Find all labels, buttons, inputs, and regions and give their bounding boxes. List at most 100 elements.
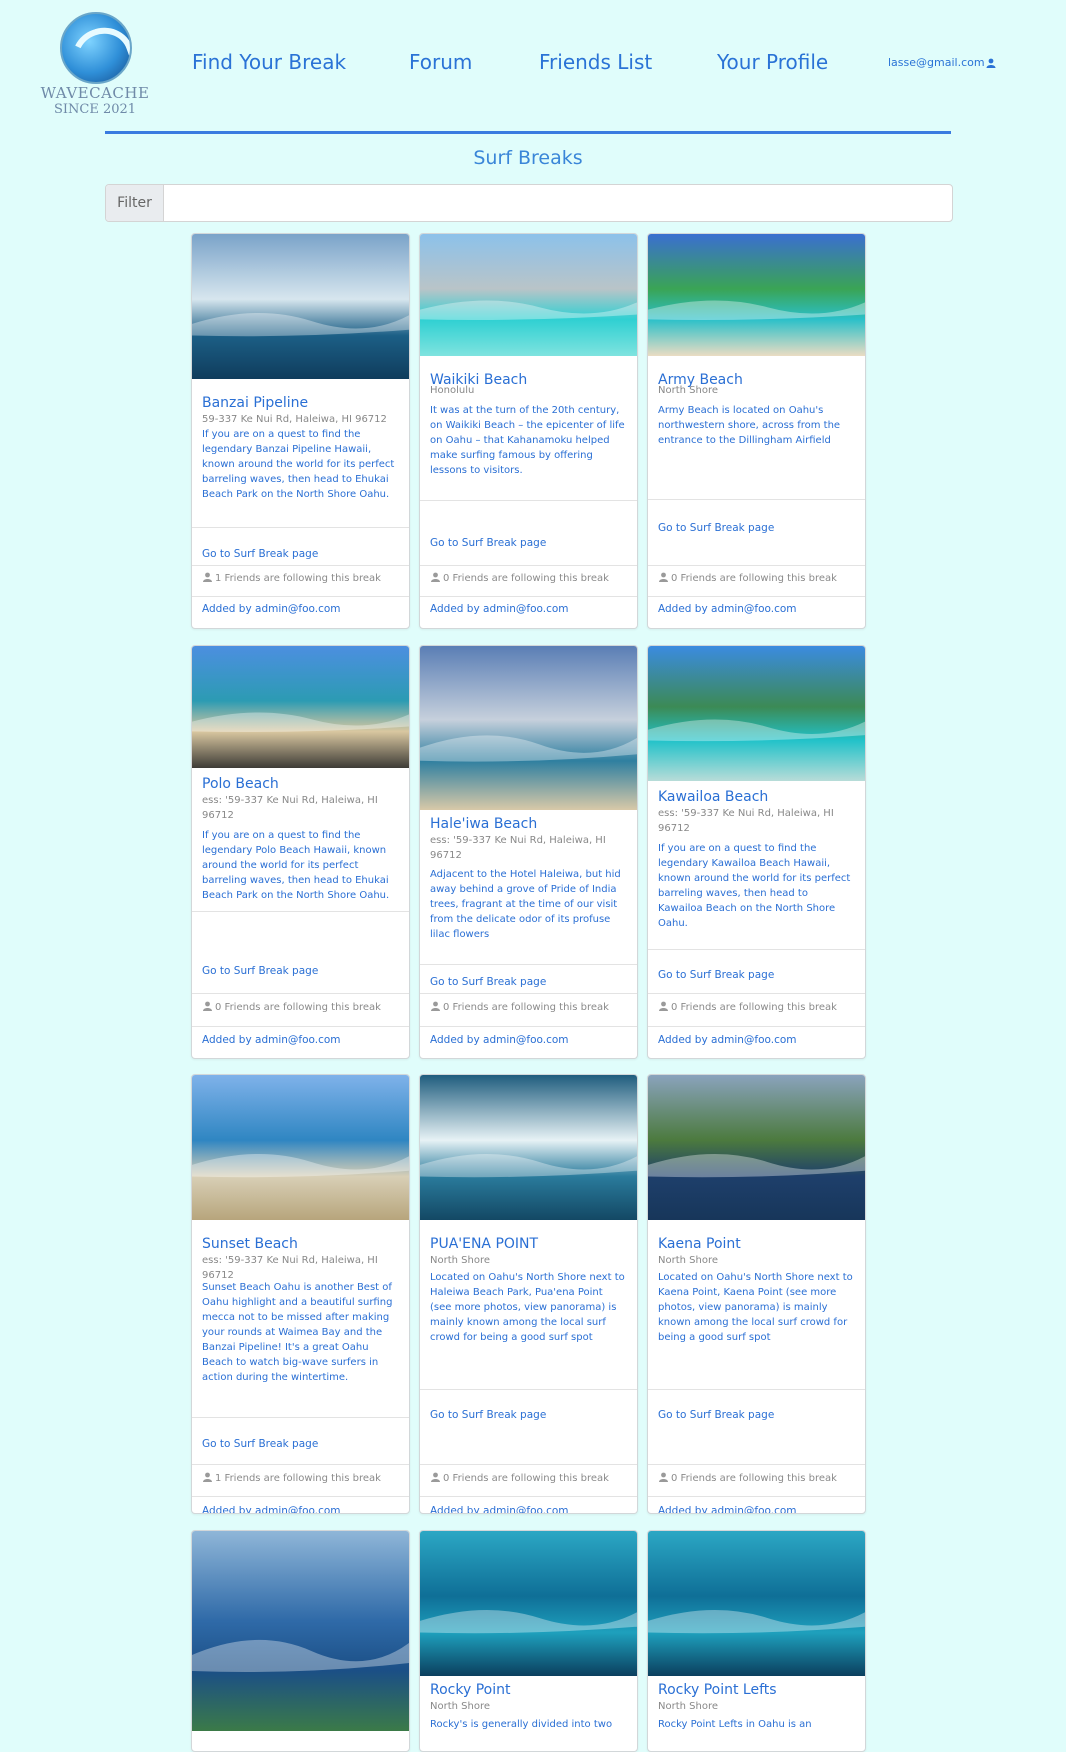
card-divider (648, 596, 865, 597)
friends-following: 0 Friends are following this break (430, 1001, 609, 1013)
go-to-break-link[interactable]: Go to Surf Break page (430, 976, 546, 988)
card-divider (192, 1496, 409, 1497)
user-icon (986, 58, 996, 68)
break-name[interactable]: PUA'ENA POINT (430, 1236, 538, 1252)
card-divider (192, 993, 409, 994)
break-description: Sunset Beach Oahu is another Best of Oah… (202, 1282, 393, 1383)
break-name[interactable]: Rocky Point Lefts (658, 1682, 777, 1698)
nav-find-your-break[interactable]: Find Your Break (192, 50, 346, 74)
break-location: ess: '59-337 Ke Nui Rd, Haleiwa, HI 9671… (658, 808, 834, 834)
break-name[interactable]: Kawailoa Beach (658, 789, 768, 805)
nav-forum[interactable]: Forum (409, 50, 472, 74)
surf-break-card: Rocky Point North Shore Rocky's is general… (419, 1530, 638, 1752)
break-name[interactable]: Banzai Pipeline (202, 395, 308, 411)
surf-break-photo (192, 646, 409, 768)
break-description: Army Beach is located on Oahu's northwes… (658, 405, 841, 446)
go-to-break-link[interactable]: Go to Surf Break page (430, 537, 546, 549)
user-icon (659, 1001, 668, 1011)
break-location: 59-337 Ke Nui Rd, Haleiwa, HI 96712 (202, 414, 387, 425)
surf-break-card: Banzai Pipeline 59-337 Ke Nui Rd, Haleiwa… (191, 233, 410, 629)
go-to-break-link[interactable]: Go to Surf Break page (430, 1409, 546, 1421)
added-by-link[interactable]: Added by admin@foo.com (202, 1034, 341, 1046)
surf-break-photo (648, 234, 865, 356)
break-location: ess: '59-337 Ke Nui Rd, Haleiwa, HI 9671… (202, 1255, 378, 1281)
card-divider (420, 500, 637, 501)
surf-break-card: Kawailoa Beach ess: '59-337 Ke Nui Rd, Ha… (647, 645, 866, 1059)
card-divider (648, 949, 865, 950)
friends-count-text: 0 Friends are following this break (443, 1002, 609, 1013)
surf-break-photo (192, 234, 409, 379)
added-by-link[interactable]: Added by admin@foo.com (430, 1034, 569, 1046)
card-divider (648, 1496, 865, 1497)
go-to-break-link[interactable]: Go to Surf Break page (202, 548, 318, 560)
break-name[interactable]: Sunset Beach (202, 1236, 298, 1252)
friends-count-text: 1 Friends are following this break (215, 1473, 381, 1484)
nav-friends-list[interactable]: Friends List (539, 50, 652, 74)
added-by-link[interactable]: Added by admin@foo.com (430, 603, 569, 615)
card-divider (648, 1464, 865, 1465)
nav-your-profile[interactable]: Your Profile (717, 50, 828, 74)
added-by-link[interactable]: Added by admin@foo.com (202, 603, 341, 615)
surf-break-card: PUA'ENA POINT North Shore Located on Oahu'… (419, 1074, 638, 1514)
logo-since: SINCE 2021 (53, 102, 137, 117)
surf-break-photo (420, 1531, 637, 1676)
go-to-break-link[interactable]: Go to Surf Break page (202, 1438, 318, 1450)
card-divider (192, 527, 409, 528)
card-divider (420, 964, 637, 965)
break-description: Located on Oahu's North Shore next to Ha… (430, 1272, 625, 1343)
added-by-link[interactable]: Added by admin@foo.com (430, 1505, 569, 1513)
user-icon (431, 1472, 440, 1482)
user-icon (203, 572, 212, 582)
surf-break-card: Polo Beach ess: '59-337 Ke Nui Rd, Haleiw… (191, 645, 410, 1059)
go-to-break-link[interactable]: Go to Surf Break page (658, 969, 774, 981)
surf-break-card: Sunset Beach ess: '59-337 Ke Nui Rd, Hale… (191, 1074, 410, 1514)
break-location: North Shore (430, 1701, 490, 1712)
surf-break-card: Hale'iwa Beach ess: '59-337 Ke Nui Rd, Ha… (419, 645, 638, 1059)
break-location: North Shore (658, 1255, 718, 1266)
surf-break-photo (648, 1075, 865, 1220)
filter-input[interactable] (164, 185, 948, 221)
break-description: Adjacent to the Hotel Haleiwa, but hid a… (430, 869, 621, 940)
break-name[interactable]: Polo Beach (202, 776, 279, 792)
surf-break-photo (420, 1075, 637, 1220)
friends-following: 0 Friends are following this break (658, 572, 837, 584)
wavecache-logo[interactable]: WAVECACHE SINCE 2021 (40, 8, 150, 120)
friends-count-text: 0 Friends are following this break (443, 1473, 609, 1484)
break-location: Honolulu (430, 385, 475, 396)
card-divider (192, 1026, 409, 1027)
friends-count-text: 0 Friends are following this break (443, 573, 609, 584)
break-name[interactable]: Kaena Point (658, 1236, 741, 1252)
added-by-link[interactable]: Added by admin@foo.com (658, 1034, 797, 1046)
card-divider (420, 1464, 637, 1465)
break-description: Located on Oahu's North Shore next to Ka… (658, 1272, 853, 1343)
friends-count-text: 1 Friends are following this break (215, 573, 381, 584)
break-location: North Shore (658, 385, 718, 396)
user-icon (203, 1001, 212, 1011)
break-description: It was at the turn of the 20th century, … (430, 405, 625, 476)
go-to-break-link[interactable]: Go to Surf Break page (658, 1409, 774, 1421)
card-divider (192, 1417, 409, 1418)
card-divider (192, 911, 409, 912)
break-name[interactable]: Hale'iwa Beach (430, 816, 537, 832)
friends-count-text: 0 Friends are following this break (215, 1002, 381, 1013)
added-by-link[interactable]: Added by admin@foo.com (658, 603, 797, 615)
break-name[interactable]: Rocky Point (430, 1682, 510, 1698)
break-description: If you are on a quest to find the legend… (202, 830, 390, 901)
card-divider (420, 596, 637, 597)
user-menu[interactable]: lasse@gmail.com (888, 56, 996, 69)
surf-break-photo (648, 646, 865, 781)
added-by-link[interactable]: Added by admin@foo.com (202, 1505, 341, 1513)
friends-following: 0 Friends are following this break (430, 1472, 609, 1484)
break-location: ess: '59-337 Ke Nui Rd, Haleiwa, HI 9671… (202, 795, 378, 821)
card-divider (420, 1496, 637, 1497)
logo-brand: WAVECACHE (40, 84, 150, 102)
friends-following: 0 Friends are following this break (658, 1001, 837, 1013)
surf-break-photo (420, 234, 637, 356)
break-location: North Shore (430, 1255, 490, 1266)
break-description: If you are on a quest to find the legend… (658, 843, 851, 929)
surf-break-photo (192, 1075, 409, 1220)
surf-break-card: Rocky Point Lefts North Shore Rocky Point … (647, 1530, 866, 1752)
go-to-break-link[interactable]: Go to Surf Break page (202, 965, 318, 977)
added-by-link[interactable]: Added by admin@foo.com (658, 1505, 797, 1513)
go-to-break-link[interactable]: Go to Surf Break page (658, 522, 774, 534)
